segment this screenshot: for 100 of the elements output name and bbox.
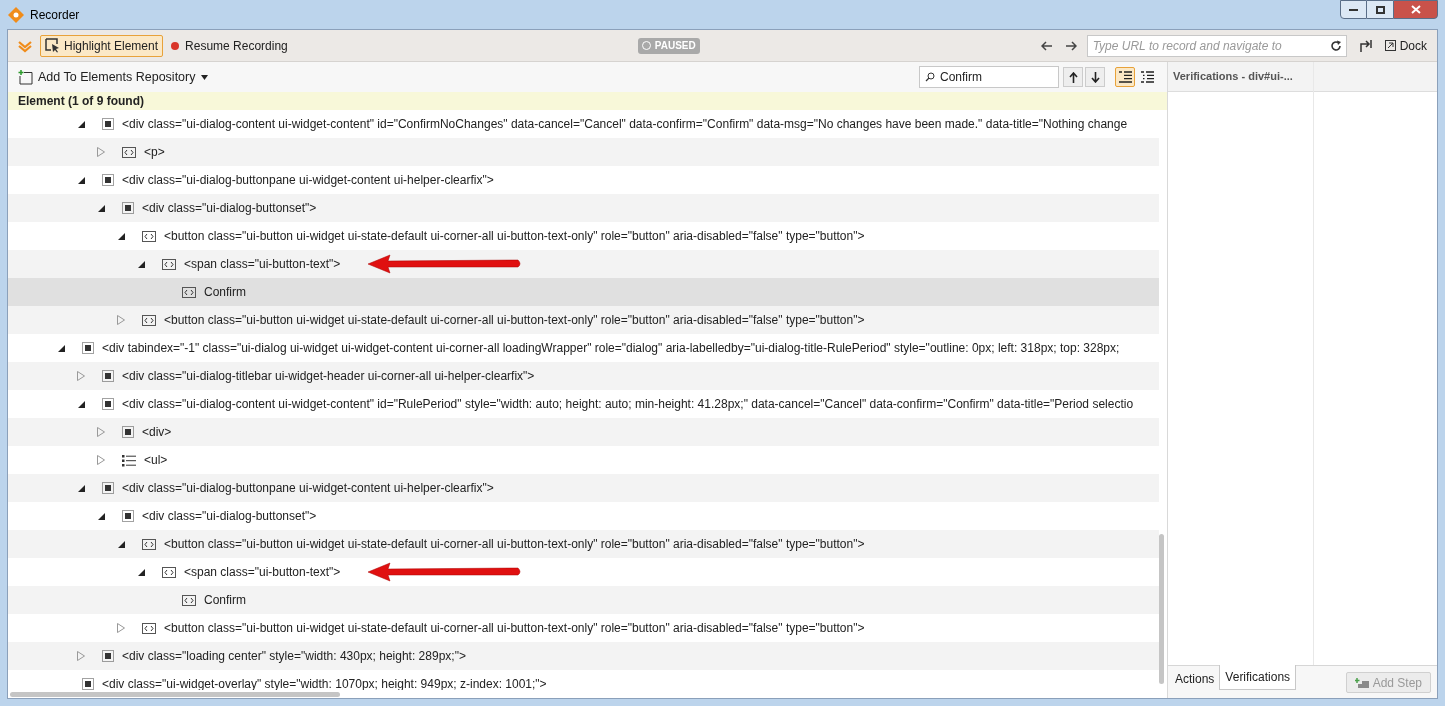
- collapse-triangle-icon[interactable]: [137, 260, 145, 268]
- node-label: <div class="ui-dialog-buttonset">: [142, 508, 317, 525]
- node-label: Confirm: [204, 592, 246, 609]
- node-label: <ul>: [144, 452, 168, 469]
- resume-recording-button[interactable]: Resume Recording: [171, 36, 288, 55]
- dropdown-caret-icon: [200, 74, 208, 80]
- close-button[interactable]: [1393, 0, 1438, 19]
- collapse-triangle-icon[interactable]: [117, 232, 125, 240]
- expand-triangle-icon[interactable]: [97, 455, 105, 465]
- element-node-icon: [82, 342, 94, 354]
- node-label: <span class="ui-button-text">: [184, 564, 341, 581]
- tree-row[interactable]: Confirm: [8, 586, 1159, 614]
- collapse-triangle-icon[interactable]: [97, 204, 105, 212]
- node-label: Confirm: [204, 284, 246, 301]
- panel-tab[interactable]: Actions: [1170, 666, 1220, 691]
- element-node-icon: [102, 174, 114, 186]
- node-label: <div>: [142, 424, 172, 441]
- collapse-triangle-icon[interactable]: [137, 568, 145, 576]
- code-node-icon: [122, 146, 136, 158]
- view-mode-toggle[interactable]: [1115, 67, 1135, 87]
- tree-row[interactable]: <p>: [8, 138, 1159, 166]
- expand-triangle-icon[interactable]: [77, 371, 85, 381]
- node-label: <div tabindex="-1" class="ui-dialog ui-widget ui-widget-content ui-corner-all loadingWrapper" role="dialog" aria-labelledby="ui-dialog-title-RulePeriod" style="outline: 0px; left: 318px; top: 328px;: [102, 340, 1120, 357]
- node-label: <button class="ui-button ui-widget ui-state-default ui-corner-all ui-button-text-only" role="button" aria-disabled="false" type="button">: [164, 228, 865, 245]
- code-node-icon: [142, 538, 156, 550]
- element-node-icon: [102, 118, 114, 130]
- outline-list-icon: [1118, 71, 1132, 83]
- tree-row[interactable]: <div class="loading center" style="width: 430px; height: 289px;">: [8, 642, 1159, 670]
- node-label: <div class="loading center" style="width: 430px; height: 289px;">: [122, 648, 466, 665]
- code-node-icon: [142, 314, 156, 326]
- indented-list-icon: [1140, 71, 1154, 83]
- search-field[interactable]: Confirm: [919, 66, 1059, 88]
- maximize-button[interactable]: [1367, 0, 1393, 19]
- url-field[interactable]: Type URL to record and navigate to: [1086, 34, 1347, 57]
- element-node-icon: [102, 482, 114, 494]
- list-node-icon: [122, 453, 136, 467]
- tree-row[interactable]: <div class="ui-dialog-titlebar ui-widget-header ui-corner-all ui-helper-clearfix">: [8, 362, 1159, 390]
- node-label: <div class="ui-widget-overlay" style="width: 1070px; height: 949px; z-index: 1001;">: [102, 676, 547, 690]
- expand-triangle-icon[interactable]: [97, 427, 105, 437]
- add-element-icon: [18, 69, 33, 85]
- collapse-triangle-icon[interactable]: [77, 484, 85, 492]
- search-icon: [925, 72, 935, 82]
- code-node-icon: [162, 258, 176, 270]
- expand-triangle-icon[interactable]: [97, 147, 105, 157]
- down-arrow-icon: [1090, 71, 1100, 83]
- collapse-triangle-icon[interactable]: [77, 176, 85, 184]
- back-arrow-icon[interactable]: [1040, 40, 1053, 51]
- dock-button[interactable]: Dock: [1384, 36, 1427, 55]
- element-node-icon: [102, 398, 114, 410]
- dock-icon: [1384, 40, 1396, 51]
- element-node-icon: [122, 202, 134, 214]
- app-logo-icon: [8, 6, 24, 23]
- tree-row[interactable]: <div class="ui-dialog-buttonset">: [8, 194, 1159, 222]
- collapse-triangle-icon[interactable]: [97, 512, 105, 520]
- expand-triangle-icon[interactable]: [77, 651, 85, 661]
- panel-tab[interactable]: Verifications: [1219, 665, 1297, 690]
- collapse-triangle-icon[interactable]: [77, 120, 85, 128]
- tree-row[interactable]: <span class="ui-button-text">: [8, 250, 1159, 278]
- next-match-button[interactable]: [1085, 67, 1105, 87]
- close-icon: [1410, 5, 1421, 14]
- element-node-icon: [102, 650, 114, 662]
- window-title: Recorder: [30, 6, 80, 24]
- node-label: <div class="ui-dialog-content ui-widget-content" id="ConfirmNoChanges" data-cancel="Cancel" data-confirm="Confirm" data-msg="No changes have been made." data-title="Nothing change: [122, 116, 1128, 133]
- tree-row[interactable]: <div>: [8, 418, 1159, 446]
- node-label: <div class="ui-dialog-buttonset">: [142, 200, 317, 217]
- collapse-triangle-icon[interactable]: [77, 400, 85, 408]
- element-node-icon: [82, 678, 94, 690]
- tree-row[interactable]: <div class="ui-dialog-buttonpane ui-widget-content ui-helper-clearfix">: [8, 474, 1159, 502]
- add-to-repository-button[interactable]: Add To Elements Repository: [18, 67, 208, 87]
- up-arrow-icon: [1068, 71, 1078, 83]
- highlight-element-button[interactable]: Highlight Element: [40, 34, 164, 57]
- code-node-icon: [142, 230, 156, 242]
- refresh-icon[interactable]: [1329, 39, 1342, 52]
- collapse-triangle-icon[interactable]: [117, 540, 125, 548]
- element-node-icon: [122, 510, 134, 522]
- node-label: <button class="ui-button ui-widget ui-state-default ui-corner-all ui-button-text-only" role="button" aria-disabled="false" type="button">: [164, 312, 865, 329]
- tree-row[interactable]: <button class="ui-button ui-widget ui-state-default ui-corner-all ui-button-text-only" role="button" aria-disabled="false" type="button">: [8, 306, 1159, 334]
- results-header: Element (1 of 9 found): [8, 92, 1167, 110]
- node-label: <button class="ui-button ui-widget ui-state-default ui-corner-all ui-button-text-only" role="button" aria-disabled="false" type="button">: [164, 620, 865, 637]
- cursor-select-icon: [45, 38, 60, 53]
- node-label: <button class="ui-button ui-widget ui-state-default ui-corner-all ui-button-text-only" role="button" aria-disabled="false" type="button">: [164, 536, 865, 553]
- status-badge: PAUSED: [637, 37, 700, 54]
- element-node-icon: [102, 370, 114, 382]
- app-logo-icon: [18, 38, 32, 53]
- expand-triangle-icon[interactable]: [117, 623, 125, 633]
- previous-match-button[interactable]: [1063, 67, 1083, 87]
- node-label: <span class="ui-button-text">: [184, 256, 341, 273]
- tree-row[interactable]: <button class="ui-button ui-widget ui-state-default ui-corner-all ui-button-text-only" role="button" aria-disabled="false" type="button">: [8, 530, 1159, 558]
- code-node-icon: [182, 594, 196, 606]
- node-label: <div class="ui-dialog-buttonpane ui-widget-content ui-helper-clearfix">: [122, 172, 494, 189]
- code-node-icon: [182, 286, 196, 298]
- tree-row[interactable]: Confirm: [8, 278, 1159, 306]
- code-node-icon: [162, 566, 176, 578]
- minimize-button[interactable]: [1340, 0, 1367, 19]
- node-label: <div class="ui-dialog-buttonpane ui-widget-content ui-helper-clearfix">: [122, 480, 494, 497]
- forward-arrow-icon[interactable]: [1064, 40, 1077, 51]
- node-label: <div class="ui-dialog-content ui-widget-content" id="RulePeriod" style="width: auto; height: auto; min-height: 41.28px;" data-cancel="Cancel" data-confirm="Confirm" data-title="Period selectio: [122, 396, 1134, 413]
- panel-header: Verifications - div#ui-...: [1168, 62, 1313, 92]
- expand-triangle-icon[interactable]: [117, 315, 125, 325]
- collapse-triangle-icon[interactable]: [57, 344, 65, 352]
